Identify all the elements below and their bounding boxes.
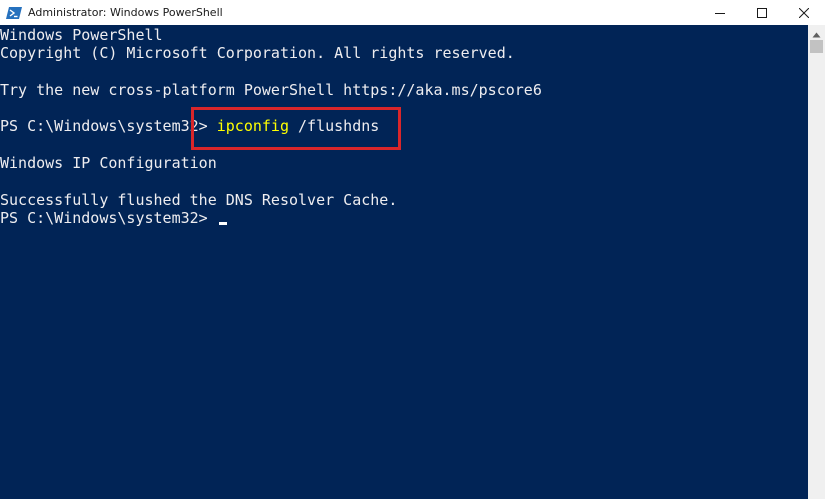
scroll-thumb[interactable] xyxy=(810,40,823,53)
console-output[interactable]: Windows PowerShell Copyright (C) Microso… xyxy=(0,25,808,499)
close-icon xyxy=(799,7,809,18)
window-controls xyxy=(699,0,825,25)
console-line: Successfully flushed the DNS Resolver Ca… xyxy=(0,190,398,209)
command-name: ipconfig xyxy=(216,117,289,136)
prompt: PS C:\Windows\system32> xyxy=(0,117,217,136)
title-bar[interactable]: Administrator: Windows PowerShell xyxy=(0,0,825,25)
command-args: /flushdns xyxy=(289,117,380,136)
powershell-icon xyxy=(6,5,22,21)
minimize-button[interactable] xyxy=(699,0,741,25)
scroll-up-arrow-icon xyxy=(812,23,821,42)
final-prompt: PS C:\Windows\system32> xyxy=(0,208,217,227)
vertical-scrollbar[interactable] xyxy=(808,25,825,499)
text-cursor xyxy=(218,221,227,225)
console-line: Windows PowerShell xyxy=(0,26,163,44)
console-line: Try the new cross-platform PowerShell ht… xyxy=(0,80,542,99)
close-button[interactable] xyxy=(783,0,825,25)
minimize-icon xyxy=(715,8,725,18)
maximize-icon xyxy=(757,7,767,18)
maximize-button[interactable] xyxy=(741,0,783,25)
command-line: PS C:\Windows\system32> ipconfig /flushd… xyxy=(0,117,808,135)
scroll-up-button[interactable] xyxy=(808,25,825,39)
console-line: Windows IP Configuration xyxy=(0,154,217,173)
console-line: Copyright (C) Microsoft Corporation. All… xyxy=(0,44,515,63)
window-title: Administrator: Windows PowerShell xyxy=(28,6,223,19)
input-line[interactable]: PS C:\Windows\system32> xyxy=(0,209,808,227)
powershell-window: Administrator: Windows PowerShell Window… xyxy=(0,0,825,499)
